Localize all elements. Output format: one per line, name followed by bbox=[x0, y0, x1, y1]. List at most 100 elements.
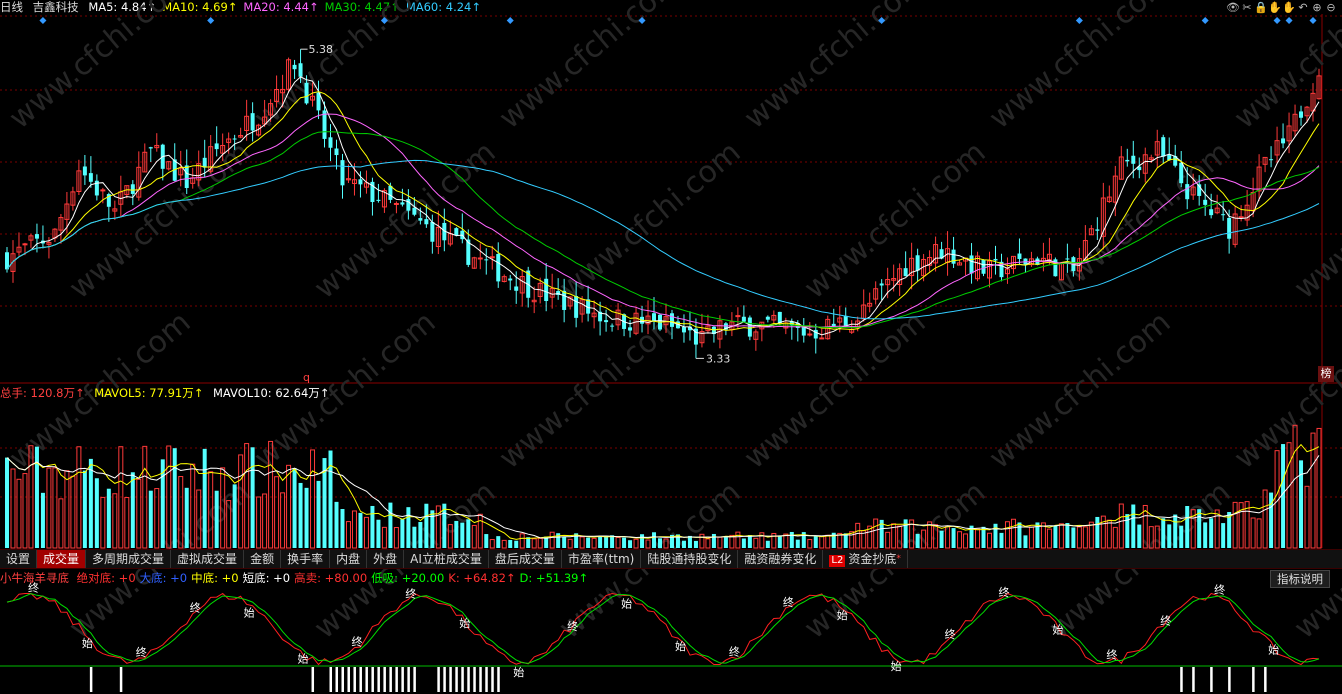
volume-bar bbox=[1209, 518, 1214, 548]
tab-2[interactable]: 多周期成交量 bbox=[86, 550, 172, 568]
volume-bar bbox=[1137, 524, 1142, 548]
indicator-help-button[interactable]: 指标说明 bbox=[1270, 570, 1330, 588]
bottom-signal bbox=[1264, 667, 1267, 692]
candle-body bbox=[951, 249, 956, 264]
volume-bar bbox=[963, 533, 969, 549]
bottom-signal bbox=[371, 667, 374, 692]
bottom-signal bbox=[1210, 667, 1213, 692]
svg-text:www.cfchi.com: www.cfchi.com bbox=[983, 305, 1178, 476]
volume-bar bbox=[484, 534, 489, 548]
tab-fund-bottom[interactable]: L2 资金抄底* bbox=[823, 550, 908, 568]
indicator-value: D: +51.39↑ bbox=[519, 571, 589, 585]
tab-9[interactable]: 盘后成交量 bbox=[489, 550, 562, 568]
volume-bar bbox=[855, 522, 861, 549]
tab-8[interactable]: AI立桩成交量 bbox=[404, 550, 489, 568]
indicator-value: K: +64.82↑ bbox=[448, 571, 516, 585]
volume-bar bbox=[501, 539, 507, 549]
tab-1[interactable]: 成交量 bbox=[37, 550, 87, 568]
bottom-signal bbox=[329, 667, 333, 692]
start-label: 始 bbox=[1052, 622, 1063, 636]
volume-bar bbox=[70, 475, 76, 549]
volume-bar bbox=[202, 448, 207, 548]
volume-bar bbox=[939, 530, 944, 548]
candle-body bbox=[376, 199, 381, 201]
bottom-signal bbox=[1192, 667, 1195, 692]
candle-body bbox=[292, 64, 297, 70]
volume-bar bbox=[466, 519, 471, 548]
volume-legend: 总手: 120.8万↑ MAVOL5: 77.91万↑ MAVOL10: 62.… bbox=[0, 386, 335, 400]
volume-bar bbox=[351, 510, 357, 549]
volume-bar bbox=[1112, 526, 1118, 549]
candle-body bbox=[1065, 258, 1070, 260]
tab-4[interactable]: 金额 bbox=[244, 550, 282, 568]
candle-body bbox=[232, 138, 237, 140]
volume-bar bbox=[400, 519, 405, 548]
volume-bar bbox=[286, 464, 292, 549]
end-label: 终 bbox=[1106, 648, 1117, 662]
tab-0[interactable]: 设置 bbox=[0, 550, 38, 568]
candle-body bbox=[412, 207, 417, 215]
tab-12[interactable]: 融资融券变化 bbox=[738, 550, 824, 568]
indicator-value: 短底: +0 bbox=[242, 571, 291, 585]
start-label: 始 bbox=[675, 639, 686, 653]
tab-11[interactable]: 陆股通持股变化 bbox=[641, 550, 739, 568]
end-label: 终 bbox=[405, 587, 416, 601]
signal-diamond bbox=[1201, 17, 1209, 24]
volume-bar bbox=[1017, 522, 1022, 548]
volume-bar bbox=[705, 538, 711, 549]
volume-bar bbox=[1076, 526, 1082, 549]
tab-3[interactable]: 虚拟成交量 bbox=[171, 550, 245, 568]
volume-bar bbox=[460, 522, 465, 548]
candle-body bbox=[747, 317, 752, 337]
volume-bar bbox=[262, 493, 268, 549]
bottom-signal bbox=[491, 667, 494, 692]
end-label: 终 bbox=[351, 635, 362, 649]
candle-body bbox=[1209, 209, 1214, 216]
indicator-value: 高卖: +80.00 bbox=[294, 571, 368, 585]
candle-body bbox=[496, 254, 501, 282]
candle-body bbox=[508, 278, 513, 281]
volume-bar bbox=[310, 449, 316, 549]
tab-10[interactable]: 市盈率(ttm) bbox=[562, 550, 642, 568]
stock-chart[interactable]: www.cfchi.com www.cfchi.com www.cfchi.com w… bbox=[0, 0, 1342, 694]
candle-body bbox=[202, 157, 207, 168]
volume-bar bbox=[1262, 489, 1268, 549]
bottom-signal bbox=[401, 667, 404, 692]
volume-bar bbox=[747, 535, 752, 548]
volume-bar bbox=[1173, 514, 1178, 548]
volume-bar bbox=[82, 470, 87, 548]
volume-bar bbox=[496, 536, 501, 548]
candle-body bbox=[388, 185, 393, 200]
end-label: 终 bbox=[783, 595, 794, 609]
volume-bar bbox=[765, 540, 770, 548]
volume-bar bbox=[508, 539, 513, 548]
volume-bar bbox=[975, 528, 981, 549]
candle-body bbox=[765, 316, 770, 320]
candle-body bbox=[1125, 159, 1130, 162]
bottom-signal bbox=[335, 667, 338, 692]
volume-bar bbox=[562, 536, 567, 548]
candle-body bbox=[358, 179, 363, 185]
bottom-signal bbox=[377, 667, 380, 692]
tab-fund-bottom-label: 资金抄底 bbox=[848, 552, 897, 566]
volume-bar bbox=[1118, 503, 1124, 549]
volume-bar bbox=[388, 502, 393, 548]
volume-bar bbox=[345, 521, 351, 549]
bottom-signal bbox=[407, 667, 410, 692]
start-label: 始 bbox=[298, 652, 309, 666]
volume-bar bbox=[604, 535, 609, 548]
rank-badge[interactable]: 榜 bbox=[1318, 366, 1334, 382]
signal-diamond bbox=[506, 17, 514, 24]
tab-6[interactable]: 内盘 bbox=[330, 550, 368, 568]
tab-5[interactable]: 换手率 bbox=[281, 550, 331, 568]
volume-bar bbox=[172, 448, 177, 548]
candle-body bbox=[88, 173, 93, 182]
candle-body bbox=[400, 202, 405, 205]
candle-body bbox=[1017, 253, 1022, 259]
bottom-signal bbox=[497, 667, 500, 692]
volume-bar bbox=[1071, 527, 1076, 548]
bottom-signal bbox=[443, 667, 446, 692]
tab-7[interactable]: 外盘 bbox=[367, 550, 405, 568]
candle-body bbox=[1238, 216, 1244, 219]
candle-body bbox=[879, 283, 884, 286]
